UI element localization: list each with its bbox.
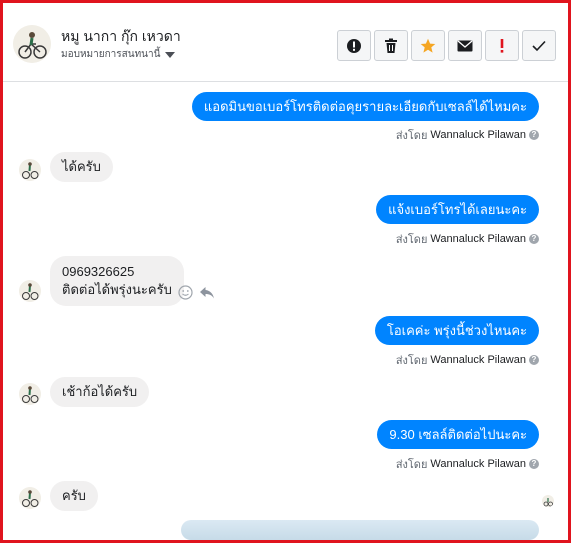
incoming-message[interactable]: เช้าก้อได้ครับ bbox=[50, 377, 150, 407]
chevron-down-icon bbox=[165, 51, 176, 58]
assign-label: มอบหมายการสนทนานี้ bbox=[61, 49, 161, 60]
contact-avatar[interactable] bbox=[13, 25, 51, 63]
contact-avatar-small[interactable] bbox=[19, 159, 41, 181]
sent-by-line: ส่งโดย Wannaluck Pilawan ? bbox=[396, 230, 539, 248]
conversation-header: หมู นากา กุ๊ก เหวดา มอบหมายการสนทนานี้ bbox=[3, 3, 568, 82]
outgoing-message[interactable]: แอดมินขอเบอร์โทรติดต่อคุยรายละเอียดกับเซ… bbox=[191, 92, 539, 121]
conversation-panel: หมู นากา กุ๊ก เหวดา มอบหมายการสนทนานี้ แ… bbox=[0, 0, 571, 543]
seen-avatar-indicator bbox=[542, 495, 554, 507]
star-button[interactable] bbox=[411, 30, 445, 61]
follow-up-button[interactable] bbox=[485, 30, 519, 61]
message-actions bbox=[178, 285, 215, 300]
outgoing-message[interactable]: โอเคค่ะ พรุ่งนี้ช่วงไหนคะ bbox=[374, 316, 539, 345]
check-icon bbox=[532, 40, 546, 51]
contact-avatar-small[interactable] bbox=[19, 383, 41, 405]
delete-button[interactable] bbox=[374, 30, 408, 61]
contact-name: หมู นากา กุ๊ก เหวดา bbox=[61, 28, 181, 44]
message-line: 0969326625 bbox=[62, 264, 135, 279]
sent-by-prefix: ส่งโดย bbox=[395, 355, 428, 367]
incoming-message[interactable]: ได้ครับ bbox=[50, 152, 113, 182]
star-icon bbox=[420, 38, 436, 53]
help-icon[interactable]: ? bbox=[529, 234, 539, 244]
sender-name[interactable]: Wannaluck Pilawan bbox=[430, 354, 526, 366]
sender-name[interactable]: Wannaluck Pilawan bbox=[430, 129, 526, 141]
sender-name[interactable]: Wannaluck Pilawan bbox=[430, 233, 526, 245]
help-icon[interactable]: ? bbox=[529, 130, 539, 140]
incoming-message[interactable]: ครับ bbox=[50, 481, 98, 511]
trash-icon bbox=[385, 38, 397, 53]
sent-by-prefix: ส่งโดย bbox=[395, 234, 428, 246]
sent-by-prefix: ส่งโดย bbox=[395, 130, 428, 142]
incoming-message[interactable]: 0969326625 ติดต่อได้พรุ่งนะครับ bbox=[50, 256, 184, 306]
outgoing-message[interactable]: แจ้งเบอร์โทรได้เลยนะคะ bbox=[376, 195, 539, 224]
sender-name[interactable]: Wannaluck Pilawan bbox=[430, 458, 526, 470]
mark-done-button[interactable] bbox=[522, 30, 556, 61]
message-thread[interactable]: แอดมินขอเบอร์โทรติดต่อคุยรายละเอียดกับเซ… bbox=[3, 82, 568, 540]
mark-spam-button[interactable] bbox=[337, 30, 371, 61]
image-attachment-preview[interactable] bbox=[181, 520, 539, 540]
mark-unread-button[interactable] bbox=[448, 30, 482, 61]
alert-circle-icon bbox=[347, 38, 361, 53]
sent-by-line: ส่งโดย Wannaluck Pilawan ? bbox=[396, 126, 539, 144]
sent-by-line: ส่งโดย Wannaluck Pilawan ? bbox=[396, 351, 539, 369]
conversation-toolbar bbox=[337, 30, 556, 61]
contact-avatar-small[interactable] bbox=[19, 487, 41, 509]
reply-icon[interactable] bbox=[199, 285, 215, 300]
emoji-reaction-icon[interactable] bbox=[178, 285, 193, 300]
sent-by-line: ส่งโดย Wannaluck Pilawan ? bbox=[396, 455, 539, 473]
help-icon[interactable]: ? bbox=[529, 459, 539, 469]
exclamation-icon bbox=[500, 38, 504, 53]
contact-avatar-small[interactable] bbox=[19, 280, 41, 302]
message-line: ติดต่อได้พรุ่งนะครับ bbox=[62, 282, 172, 297]
sent-by-prefix: ส่งโดย bbox=[395, 459, 428, 471]
envelope-icon bbox=[457, 40, 473, 51]
help-icon[interactable]: ? bbox=[529, 355, 539, 365]
assign-conversation-dropdown[interactable]: มอบหมายการสนทนานี้ bbox=[61, 47, 176, 62]
outgoing-message[interactable]: 9.30 เซลล์ติดต่อไปนะคะ bbox=[377, 420, 539, 449]
